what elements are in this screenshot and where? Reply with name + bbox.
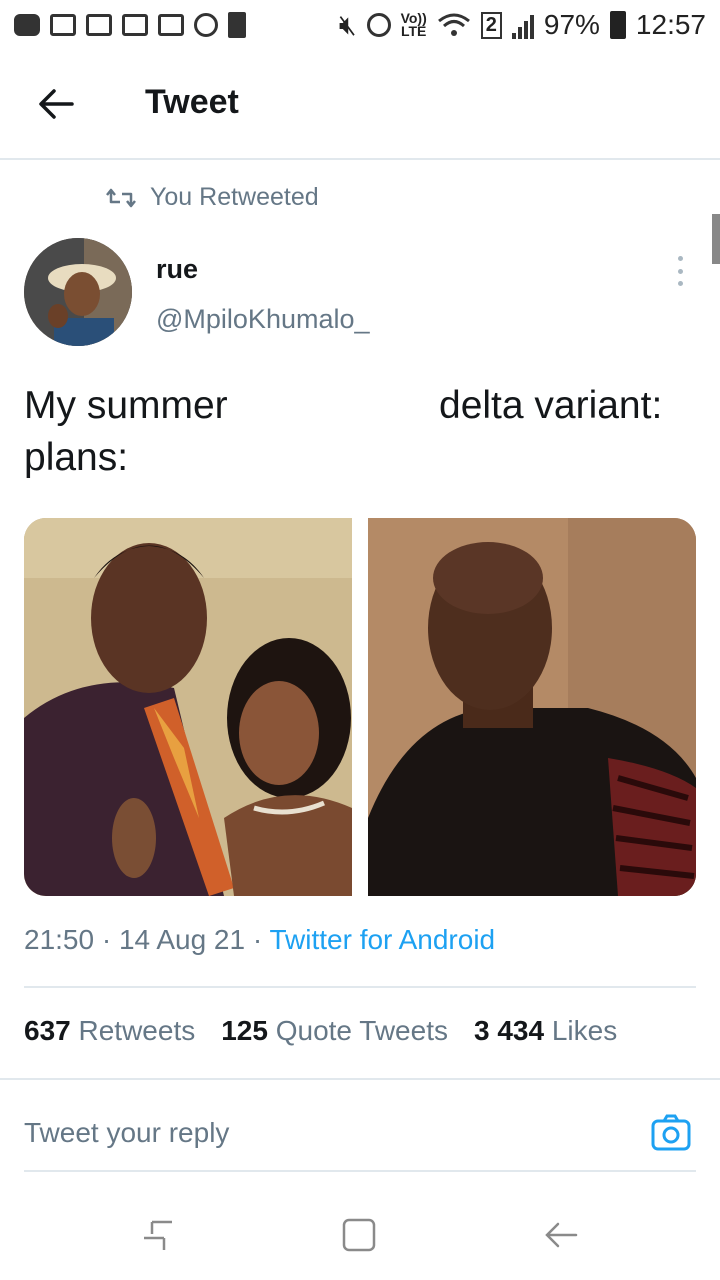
sync-icon [194, 13, 218, 37]
retweet-context-label: You Retweeted [150, 183, 319, 211]
reply-input[interactable]: Tweet your reply [24, 1117, 229, 1149]
sd-card-icon [228, 12, 246, 38]
scrollbar[interactable] [712, 214, 720, 264]
tweet-stats: 637 Retweets 125 Quote Tweets 3 434 Like… [24, 1015, 617, 1047]
status-bar: 🔇︎ Vo)) LTE 2 97% 12:57 [0, 0, 720, 50]
divider [24, 1170, 696, 1172]
media-photo-man[interactable] [368, 518, 696, 896]
system-nav-bar [0, 1200, 720, 1280]
tweet-source-link[interactable]: Twitter for Android [269, 924, 495, 955]
likes-stat[interactable]: 3 434 Likes [474, 1015, 617, 1047]
retweets-stat[interactable]: 637 Retweets [24, 1015, 195, 1047]
avatar-image [24, 238, 132, 346]
gmail-icon [122, 14, 148, 36]
tweet-text-right: delta variant: [439, 384, 663, 427]
avatar[interactable] [24, 238, 132, 346]
more-options-icon[interactable] [670, 256, 690, 286]
wifi-icon [437, 13, 470, 36]
notification-icons [14, 12, 246, 38]
divider [24, 986, 696, 988]
clock: 12:57 [635, 9, 706, 40]
tweet-meta: 21:50 · 14 Aug 21 · Twitter for Android [24, 924, 495, 956]
author-name[interactable]: rue [156, 254, 198, 285]
retweet-icon [106, 188, 136, 207]
message-icon [14, 14, 40, 36]
back-nav-icon[interactable] [542, 1216, 580, 1254]
volte-indicator: Vo)) LTE [400, 10, 427, 39]
mute-icon: 🔇︎ [338, 8, 357, 40]
tweet-media[interactable] [24, 518, 696, 896]
author-handle[interactable]: @MpiloKhumalo_ [156, 304, 370, 335]
camera-icon[interactable] [650, 1112, 692, 1154]
tweet-timestamp: 21:50 · 14 Aug 21 · [24, 924, 270, 955]
battery-percent: 97% [543, 9, 600, 40]
app-header: Tweet [0, 50, 720, 160]
gallery-icon [158, 14, 184, 36]
quote-tweets-stat[interactable]: 125 Quote Tweets [221, 1015, 448, 1047]
media-photo-couple[interactable] [24, 518, 352, 896]
system-icons: 🔇︎ Vo)) LTE 2 97% 12:57 [339, 9, 706, 42]
battery-icon [609, 11, 626, 39]
recent-apps-icon[interactable] [140, 1218, 176, 1254]
arrow-left-icon[interactable] [36, 84, 76, 124]
gmail-icon [50, 14, 76, 36]
page-title: Tweet [145, 83, 239, 121]
home-icon[interactable] [340, 1216, 378, 1254]
gmail-icon [86, 14, 112, 36]
alarm-icon [366, 13, 391, 37]
man-photo-image [368, 518, 696, 896]
divider [0, 1078, 720, 1080]
retweet-context: You Retweeted [106, 183, 319, 212]
sim-indicator: 2 [480, 11, 502, 39]
tweet-text-left: My summer plans: [24, 384, 228, 479]
signal-icon [511, 11, 534, 39]
couple-photo-image [24, 518, 352, 896]
